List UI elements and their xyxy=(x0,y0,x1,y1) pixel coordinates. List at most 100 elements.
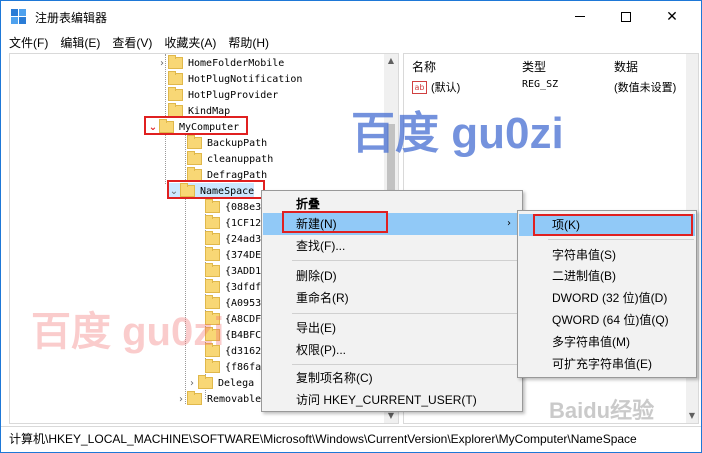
close-icon: ✕ xyxy=(666,8,678,24)
scroll-up-arrow-icon[interactable]: ▲ xyxy=(384,54,398,68)
tree-item[interactable]: {A0953 xyxy=(193,295,261,311)
submenu-expandable-string-value[interactable]: 可扩充字符串值(E) xyxy=(519,353,695,375)
tree-item[interactable]: › Delega xyxy=(186,375,254,391)
tree-item-label: KindMap xyxy=(188,105,231,117)
tree-item-label: {A0953 xyxy=(225,297,262,309)
tree-item[interactable]: › Removable xyxy=(175,391,261,407)
menu-divider xyxy=(292,313,520,314)
menu-bar: 文件(F) 编辑(E) 查看(V) 收藏夹(A) 帮助(H) xyxy=(1,32,701,52)
tree-item[interactable]: {1CF12 xyxy=(193,215,261,231)
menu-file[interactable]: 文件(F) xyxy=(9,34,48,51)
tree-item-label: {1CF12 xyxy=(225,217,262,229)
ctx-export[interactable]: 导出(E) xyxy=(263,317,521,339)
menu-edit[interactable]: 编辑(E) xyxy=(60,34,100,51)
ctx-delete[interactable]: 删除(D) xyxy=(263,265,521,287)
menu-divider xyxy=(292,260,520,261)
folder-icon xyxy=(205,263,220,277)
expand-chevron-icon[interactable]: › xyxy=(175,394,187,405)
tree-item[interactable]: {3ADD1 xyxy=(193,263,261,279)
highlight-box-namespace xyxy=(167,180,265,199)
folder-icon xyxy=(205,231,220,245)
menu-divider xyxy=(292,364,520,365)
tree-item-label: {088e3 xyxy=(225,201,262,213)
registry-editor-window: 注册表编辑器 ✕ 文件(F) 编辑(E) 查看(V) 收藏夹(A) 帮助(H) … xyxy=(0,0,702,453)
submenu-string-value[interactable]: 字符串值(S) xyxy=(519,244,695,266)
window-title: 注册表编辑器 xyxy=(35,11,108,25)
tree-item[interactable]: {d3162 xyxy=(193,343,261,359)
ctx-go-to-hkcu[interactable]: 访问 HKEY_CURRENT_USER(T) xyxy=(263,389,521,411)
menu-favorites[interactable]: 收藏夹(A) xyxy=(164,34,216,51)
value-type: REG_SZ xyxy=(522,79,559,90)
folder-icon xyxy=(205,199,220,213)
tree-item-label: Removable xyxy=(207,393,262,405)
tree-item-label: Delega xyxy=(218,377,255,389)
menu-view[interactable]: 查看(V) xyxy=(112,34,152,51)
value-row[interactable]: ab (默认) xyxy=(412,79,460,95)
tree-item[interactable]: {A8CDF xyxy=(193,311,261,327)
tree-item[interactable]: {B4BFC xyxy=(193,327,261,343)
tree-item[interactable]: BackupPath xyxy=(175,135,267,151)
tree-item-label: HotPlugProvider xyxy=(188,89,279,101)
status-bar-path: 计算机\HKEY_LOCAL_MACHINE\SOFTWARE\Microsof… xyxy=(1,426,701,452)
close-button[interactable]: ✕ xyxy=(649,1,695,32)
minimize-button[interactable] xyxy=(557,1,603,32)
tree-item-label: {B4BFC xyxy=(225,329,262,341)
folder-icon xyxy=(168,55,183,69)
submenu-dword-value[interactable]: DWORD (32 位)值(D) xyxy=(519,287,695,309)
tree-item-label: BackupPath xyxy=(207,137,268,149)
highlight-box-key xyxy=(533,214,693,236)
highlight-box-new xyxy=(282,211,388,233)
submenu-qword-value[interactable]: QWORD (64 位)值(Q) xyxy=(519,309,695,331)
submenu-arrow-icon: › xyxy=(507,218,511,229)
folder-icon xyxy=(198,375,213,389)
tree-item[interactable]: cleanuppath xyxy=(175,151,273,167)
tree-item[interactable]: {374DE xyxy=(193,247,261,263)
regedit-app-icon xyxy=(11,9,27,24)
column-header-name[interactable]: 名称 xyxy=(412,58,436,75)
tree-item-label: {374DE xyxy=(225,249,262,261)
value-data: (数值未设置) xyxy=(614,82,677,94)
submenu-multi-string-value[interactable]: 多字符串值(M) xyxy=(519,331,695,353)
tree-item[interactable]: › HomeFolderMobile xyxy=(156,55,284,71)
ctx-copy-key-name[interactable]: 复制项名称(C) xyxy=(263,367,521,389)
tree-item-label: {A8CDF xyxy=(225,313,262,325)
tree-item[interactable]: HotPlugNotification xyxy=(156,71,302,87)
tree-item[interactable]: {f86fa xyxy=(193,359,261,375)
folder-icon xyxy=(168,71,183,85)
folder-icon xyxy=(205,311,220,325)
ctx-find[interactable]: 查找(F)... xyxy=(263,235,521,257)
menu-help[interactable]: 帮助(H) xyxy=(228,34,269,51)
folder-icon xyxy=(187,135,202,149)
tree-item[interactable]: {088e3 xyxy=(193,199,261,215)
menu-divider xyxy=(548,239,694,240)
tree-item-label: HotPlugNotification xyxy=(188,73,303,85)
folder-icon xyxy=(205,359,220,373)
submenu-binary-value[interactable]: 二进制值(B) xyxy=(519,265,695,287)
tree-item-label: {24ad3 xyxy=(225,233,262,245)
tree-item-label: {3dfdf xyxy=(225,281,262,293)
title-bar[interactable]: 注册表编辑器 ✕ xyxy=(1,1,701,32)
minimize-icon xyxy=(575,16,585,17)
column-header-type[interactable]: 类型 xyxy=(522,58,546,75)
expand-chevron-icon[interactable]: › xyxy=(186,378,198,389)
tree-item[interactable]: {3dfdf xyxy=(193,279,261,295)
tree-item-label: cleanuppath xyxy=(207,153,274,165)
scroll-down-arrow-icon[interactable]: ▼ xyxy=(686,409,698,423)
folder-icon xyxy=(205,279,220,293)
tree-item-label: HomeFolderMobile xyxy=(188,57,285,69)
folder-icon xyxy=(205,343,220,357)
maximize-button[interactable] xyxy=(603,1,649,32)
folder-icon xyxy=(205,327,220,341)
ctx-permissions[interactable]: 权限(P)... xyxy=(263,339,521,361)
string-value-icon: ab xyxy=(412,80,427,94)
column-header-data[interactable]: 数据 xyxy=(614,58,638,75)
folder-icon xyxy=(187,151,202,165)
tree-item[interactable]: {24ad3 xyxy=(193,231,261,247)
folder-icon xyxy=(205,247,220,261)
folder-icon xyxy=(205,295,220,309)
tree-item[interactable]: HotPlugProvider xyxy=(156,87,278,103)
ctx-rename[interactable]: 重命名(R) xyxy=(263,287,521,309)
tree-item-label: DefragPath xyxy=(207,169,268,181)
highlight-box-mycomputer xyxy=(144,116,248,135)
expand-chevron-icon[interactable]: › xyxy=(156,58,168,69)
